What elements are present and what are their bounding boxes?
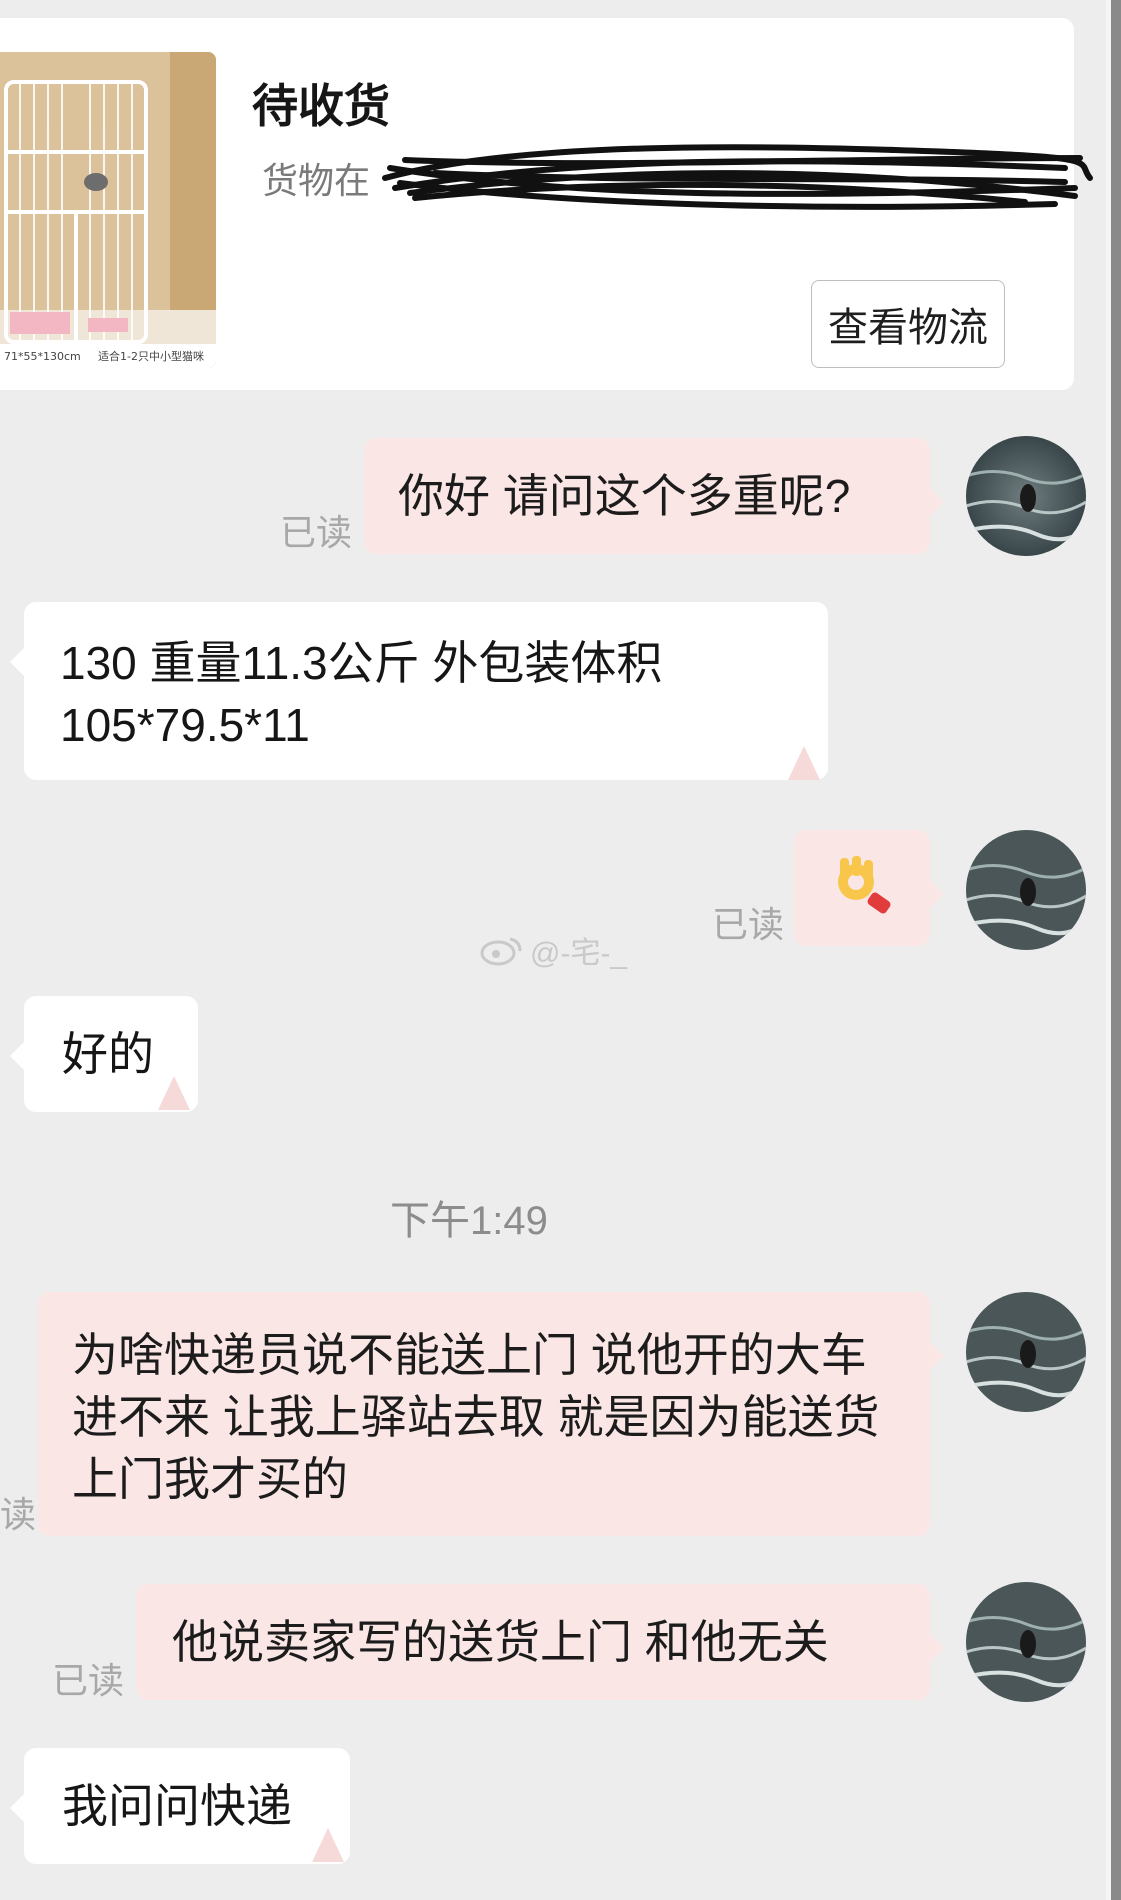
cat-cage-icon: 71*55*130cm 适合1-2只中小型猫咪 — [0, 52, 216, 368]
avatar-ocean-icon — [966, 436, 1086, 556]
pdd-badge-icon — [312, 1828, 344, 1862]
weibo-icon — [480, 937, 522, 966]
redaction-scribble — [382, 144, 1093, 210]
product-image[interactable]: 71*55*130cm 适合1-2只中小型猫咪 — [0, 52, 216, 368]
avatar[interactable] — [966, 830, 1086, 950]
read-receipt: 读 — [0, 1494, 37, 1535]
read-receipt: 已读 — [712, 904, 785, 945]
message-text: 他说卖家写的送货上门 和他无关 — [172, 1616, 829, 1668]
avatar-ocean-icon — [966, 830, 1086, 950]
message-text: 你好 请问这个多重呢? — [398, 470, 851, 522]
avatar[interactable] — [966, 1582, 1086, 1702]
message-bubble-outgoing[interactable]: 你好 请问这个多重呢? — [364, 438, 944, 554]
image-caption-note: 适合1-2只中小型猫咪 — [98, 349, 204, 363]
read-receipt: 已读 — [280, 512, 353, 553]
message-bubble-incoming[interactable]: 好的 — [10, 996, 198, 1112]
weibo-watermark: @-宅-_ — [480, 928, 627, 972]
message-text: 我问问快递 — [62, 1780, 292, 1832]
message-bubble-incoming[interactable]: 130 重量11.3公斤 外包装体积105*79.5*11 — [10, 602, 828, 780]
message-text: 为啥快递员说不能送上门 说他开的大车进不来 让我上驿站去取 就是因为能送货上门我… — [72, 1329, 880, 1505]
avatar-ocean-icon — [966, 1582, 1086, 1702]
message-bubble-outgoing[interactable] — [794, 830, 944, 946]
view-logistics-button[interactable]: 查看物流 — [811, 280, 1005, 368]
ok-hand-emoji-icon — [838, 856, 891, 914]
pdd-badge-icon — [788, 746, 820, 780]
scrollbar[interactable] — [1111, 0, 1121, 1900]
message-bubble-outgoing[interactable]: 他说卖家写的送货上门 和他无关 — [136, 1584, 944, 1700]
order-status: 待收货 — [252, 80, 390, 132]
message-text: 好的 — [62, 1028, 154, 1080]
message-bubble-incoming[interactable]: 我问问快递 — [10, 1748, 350, 1864]
avatar-ocean-icon — [966, 1292, 1086, 1412]
read-receipt: 已读 — [52, 1660, 125, 1701]
avatar[interactable] — [966, 436, 1086, 556]
pdd-badge-icon — [158, 1076, 190, 1110]
order-location: 货物在 — [262, 160, 371, 201]
time-separator: 下午1:49 — [390, 1199, 548, 1243]
image-caption-size: 71*55*130cm — [4, 350, 81, 363]
message-text: 130 重量11.3公斤 外包装体积105*79.5*11 — [60, 637, 663, 751]
order-card[interactable]: 71*55*130cm 适合1-2只中小型猫咪 待收货 货物在 查看物流 — [0, 18, 1093, 390]
avatar[interactable] — [966, 1292, 1086, 1412]
watermark-text: @-宅-_ — [530, 937, 628, 970]
message-bubble-outgoing[interactable]: 为啥快递员说不能送上门 说他开的大车进不来 让我上驿站去取 就是因为能送货上门我… — [38, 1292, 944, 1536]
